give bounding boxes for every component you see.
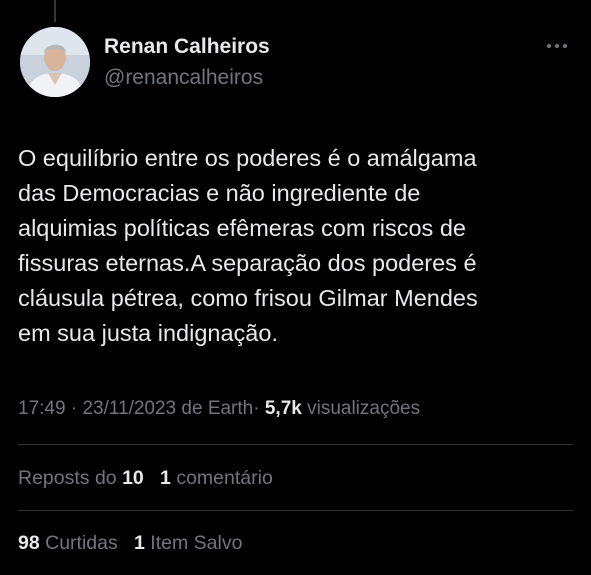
tweet-text-line: das Democracias e não ingrediente de bbox=[18, 180, 421, 206]
comments-count: 1 bbox=[160, 467, 171, 489]
author-name[interactable]: Renan Calheiros bbox=[104, 35, 270, 59]
tweet-text: O equilíbrio entre os poderes é o amálga… bbox=[18, 141, 578, 351]
divider bbox=[18, 510, 573, 511]
tweet-date[interactable]: 23/11/2023 bbox=[82, 398, 176, 419]
saves-count: 1 bbox=[134, 532, 145, 554]
likes-stat[interactable]: 98 Curtidas bbox=[18, 532, 123, 554]
comments-label: comentário bbox=[176, 467, 273, 489]
tweet-source: de Earth bbox=[181, 398, 254, 419]
tweet-text-line: cláusula pétrea, como frisou Gilmar Mend… bbox=[18, 285, 478, 311]
reposts-label: Reposts do bbox=[18, 467, 117, 489]
likes-count: 98 bbox=[18, 532, 40, 554]
avatar[interactable] bbox=[20, 27, 90, 97]
tweet-time[interactable]: 17:49 bbox=[18, 398, 66, 419]
saves-label: Item Salvo bbox=[150, 532, 243, 554]
meta-separator: · bbox=[253, 398, 260, 419]
meta-separator: · bbox=[70, 398, 78, 419]
likes-label: Curtidas bbox=[45, 532, 118, 554]
tweet-text-line: alquimias políticas efêmeras com riscos … bbox=[18, 215, 466, 241]
tweet-text-line: O equilíbrio entre os poderes é o amálga… bbox=[18, 145, 477, 171]
comments-stat[interactable]: 1 comentário bbox=[160, 467, 273, 489]
reposts-count: 10 bbox=[122, 467, 144, 489]
author-handle[interactable]: @renancalheiros bbox=[104, 66, 263, 90]
tweet-meta: 17:49 · 23/11/2023 de Earth· 5,7k visual… bbox=[18, 398, 420, 420]
divider bbox=[18, 444, 573, 445]
thread-connector-line bbox=[54, 0, 56, 22]
tweet-text-line: em sua justa indignação. bbox=[18, 320, 278, 346]
more-horizontal-icon bbox=[563, 44, 567, 48]
more-horizontal-icon bbox=[555, 44, 559, 48]
engagement-row-likes: 98 Curtidas 1 Item Salvo bbox=[18, 532, 242, 555]
tweet-text-line: fissuras eternas.A separação dos poderes… bbox=[18, 250, 477, 276]
reposts-stat[interactable]: Reposts do 10 bbox=[18, 467, 149, 489]
saves-stat[interactable]: 1 Item Salvo bbox=[134, 532, 242, 554]
engagement-row-reposts: Reposts do 10 1 comentário bbox=[18, 467, 273, 490]
more-horizontal-icon bbox=[547, 44, 551, 48]
more-options-button[interactable] bbox=[540, 36, 574, 56]
views-count[interactable]: 5,7k bbox=[265, 398, 302, 419]
views-label[interactable]: visualizações bbox=[307, 398, 420, 419]
